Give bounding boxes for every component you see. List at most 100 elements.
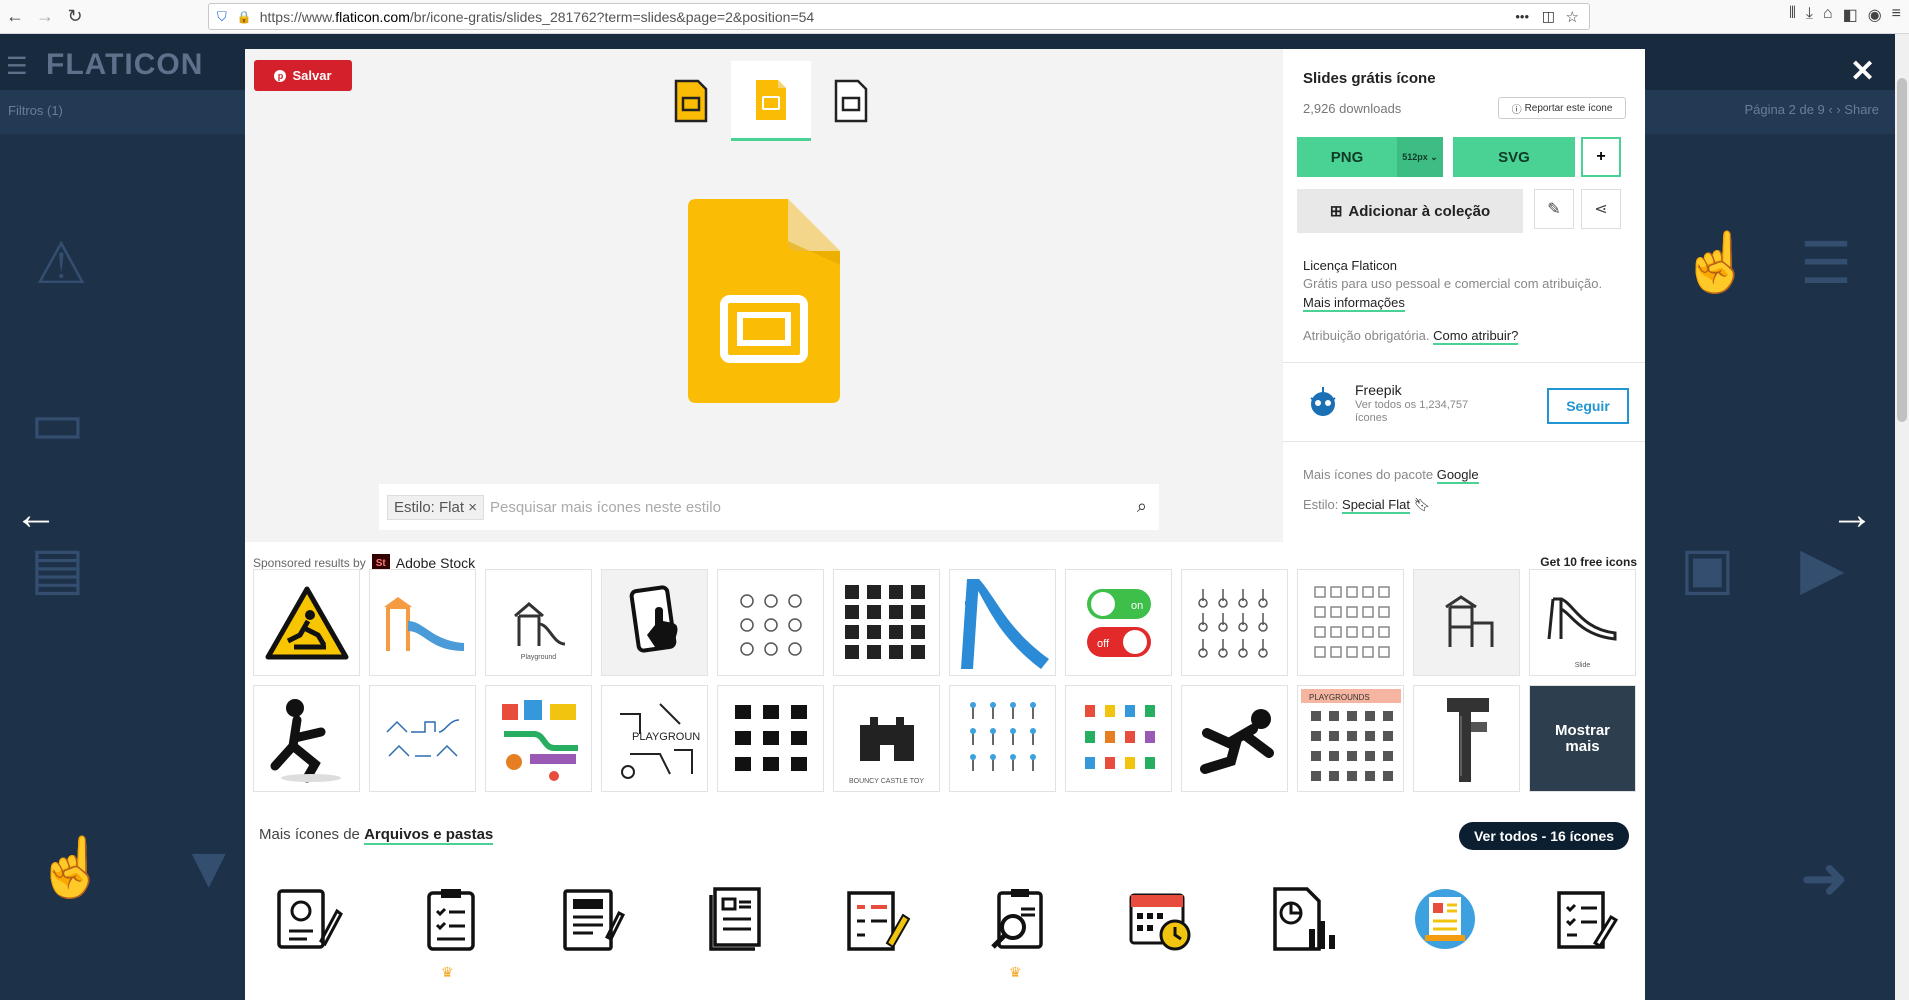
bookmark-star-icon[interactable]: ☆ <box>1566 8 1579 26</box>
variant-flat[interactable] <box>731 61 811 141</box>
follow-button[interactable]: Seguir <box>1547 388 1629 424</box>
scrollbar[interactable] <box>1895 34 1909 1000</box>
menu-icon[interactable]: ≡ <box>1892 5 1901 25</box>
svg-download-button[interactable]: SVG <box>1453 137 1575 177</box>
stock-item[interactable]: BOUNCY CASTLE TOY <box>833 685 940 792</box>
related-icon[interactable] <box>275 885 343 953</box>
style-link[interactable]: Special Flat <box>1342 497 1410 514</box>
related-icon[interactable] <box>1553 885 1621 953</box>
related-icon[interactable] <box>701 885 769 953</box>
library-icon[interactable]: ⫴ <box>1789 5 1796 25</box>
download-icon[interactable]: ⤓ <box>1806 5 1813 25</box>
stock-item[interactable] <box>485 685 592 792</box>
pack-link[interactable]: Google <box>1436 467 1479 484</box>
stock-item[interactable] <box>717 569 824 676</box>
png-download-button[interactable]: PNG 512px ⌄ <box>1297 137 1443 177</box>
edit-icon-button[interactable]: ✎ <box>1534 189 1574 229</box>
style-search-input[interactable]: Pesquisar mais ícones neste estilo <box>490 499 721 516</box>
toolbar-right: ⫴ ⤓ ⌂ ◧ ◉ ≡ <box>1789 5 1901 25</box>
get-free-icons-link[interactable]: Get 10 free icons <box>1540 555 1637 569</box>
stock-item[interactable] <box>1413 685 1520 792</box>
license-title: Licença Flaticon <box>1303 258 1397 273</box>
stock-item[interactable]: Playground <box>485 569 592 676</box>
more-formats-button[interactable]: + <box>1581 137 1621 177</box>
home-icon[interactable]: ⌂ <box>1823 5 1833 25</box>
related-icon[interactable] <box>1127 885 1195 953</box>
account-icon[interactable]: ◉ <box>1868 5 1882 25</box>
stock-item[interactable] <box>369 569 476 676</box>
sliders-icon: ☰ <box>1800 231 1852 296</box>
style-variants <box>651 61 891 141</box>
stock-item[interactable] <box>1413 569 1520 676</box>
stock-item[interactable] <box>717 685 824 792</box>
style-search-field[interactable]: Estilo: Flat × Pesquisar mais ícones nes… <box>379 484 1159 530</box>
next-arrow-icon[interactable]: → <box>1830 490 1874 540</box>
stock-item[interactable] <box>253 685 360 792</box>
related-icon[interactable] <box>1269 885 1337 953</box>
stock-item[interactable] <box>949 685 1056 792</box>
related-icon[interactable]: ♛ <box>417 885 485 980</box>
variant-lineal-color[interactable] <box>651 61 731 141</box>
png-size-select[interactable]: 512px ⌄ <box>1397 137 1443 177</box>
stock-item[interactable] <box>1181 685 1288 792</box>
close-icon[interactable]: ✕ <box>1850 54 1875 89</box>
category-link[interactable]: Arquivos e pastas <box>364 826 494 845</box>
how-to-attribute-link[interactable]: Como atribuir? <box>1433 328 1519 345</box>
related-icon[interactable] <box>843 885 911 953</box>
prev-arrow-icon[interactable]: ← <box>14 490 58 540</box>
page-actions-icon[interactable]: ••• <box>1515 9 1529 24</box>
search-icon[interactable]: ⌕ <box>1137 496 1147 517</box>
stock-item[interactable] <box>253 569 360 676</box>
stock-item[interactable] <box>1181 569 1288 676</box>
report-button[interactable]: ⓘ Reportar este ícone <box>1498 97 1626 119</box>
slides-lineal-color-icon <box>674 79 708 123</box>
share-button[interactable]: ⋖ <box>1581 189 1621 229</box>
chip-remove-icon: × <box>468 498 477 516</box>
pagination: Página 2 de 9 ‹ › Share <box>1744 102 1879 117</box>
icon-title: Slides grátis ícone <box>1303 70 1436 87</box>
stock-item[interactable] <box>601 569 708 676</box>
author-count[interactable]: Ver todos os 1,234,757 ícones <box>1355 399 1485 425</box>
reload-icon[interactable]: ↻ <box>60 2 90 32</box>
stock-item[interactable]: on off <box>1065 569 1172 676</box>
author-name[interactable]: Freepik <box>1355 382 1402 398</box>
pack-row: Mais ícones do pacote Google <box>1303 467 1479 484</box>
stock-item[interactable] <box>949 569 1056 676</box>
related-icon[interactable] <box>1411 885 1479 953</box>
see-all-button[interactable]: Ver todos - 16 ícones <box>1459 822 1629 850</box>
show-more-button[interactable]: Mostrar mais <box>1529 685 1636 792</box>
related-icon[interactable] <box>559 885 627 953</box>
forward-icon[interactable]: → <box>30 2 60 32</box>
back-icon[interactable]: ← <box>0 2 30 32</box>
stock-item[interactable]: Slide <box>1529 569 1636 676</box>
stock-item[interactable] <box>369 685 476 792</box>
style-filter-chip[interactable]: Estilo: Flat × <box>387 494 484 520</box>
info-pane: Slides grátis ícone 2,926 downloads ⓘ Rep… <box>1283 49 1645 537</box>
stock-item[interactable] <box>833 569 940 676</box>
stock-item[interactable] <box>1297 569 1404 676</box>
playground-black-set-icon <box>734 704 807 771</box>
more-info-link[interactable]: Mais informações <box>1303 295 1405 312</box>
stock-item[interactable] <box>1065 685 1172 792</box>
profile-document-icon <box>277 889 343 949</box>
url-bar[interactable]: ⛉ 🔒 https://www.flaticon.com/br/icone-gr… <box>208 3 1590 30</box>
filters-label: Filtros (1) <box>8 103 63 118</box>
variant-lineal[interactable] <box>811 61 891 141</box>
pinterest-save-button[interactable]: p Salvar <box>254 60 352 91</box>
stock-item[interactable]: PLAYGROUND <box>601 685 708 792</box>
color-playground-set-icon <box>1084 704 1155 769</box>
pocket-icon[interactable]: ◫ <box>1542 8 1555 25</box>
colorful-report-icon <box>1415 889 1475 949</box>
document-edit-icon <box>563 889 626 951</box>
freepik-avatar[interactable] <box>1305 384 1341 420</box>
checklist-document-icon <box>1557 891 1619 949</box>
browser-toolbar: ← → ↻ ⛉ 🔒 https://www.flaticon.com/br/ic… <box>0 0 1909 34</box>
related-icon[interactable]: ♛ <box>985 885 1053 980</box>
report-chart-icon <box>1273 887 1335 951</box>
sidebar-icon[interactable]: ◧ <box>1843 5 1858 25</box>
stock-item[interactable]: PLAYGROUNDS <box>1297 685 1404 792</box>
scrollbar-thumb[interactable] <box>1897 78 1907 422</box>
share-icon: ⋖ <box>1594 201 1608 218</box>
divider <box>1283 441 1645 442</box>
add-to-collection-button[interactable]: ⊞ Adicionar à coleção <box>1297 189 1523 233</box>
